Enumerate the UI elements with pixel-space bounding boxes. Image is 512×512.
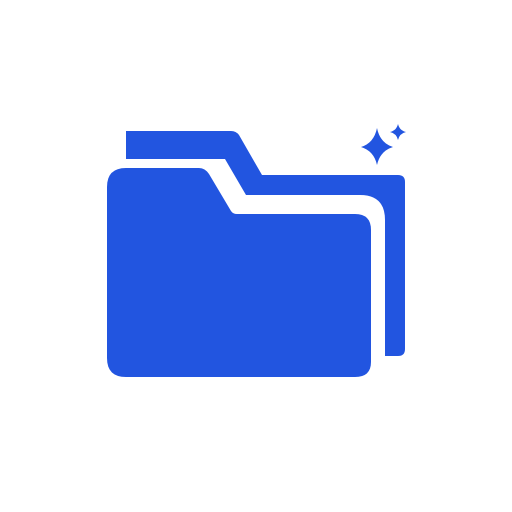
sparkle-large-icon (361, 128, 393, 165)
folder-with-sparkle-icon (98, 124, 406, 385)
sparkle-small-icon (390, 124, 406, 140)
front-folder-icon (107, 168, 371, 377)
app-icon-canvas (0, 0, 512, 512)
